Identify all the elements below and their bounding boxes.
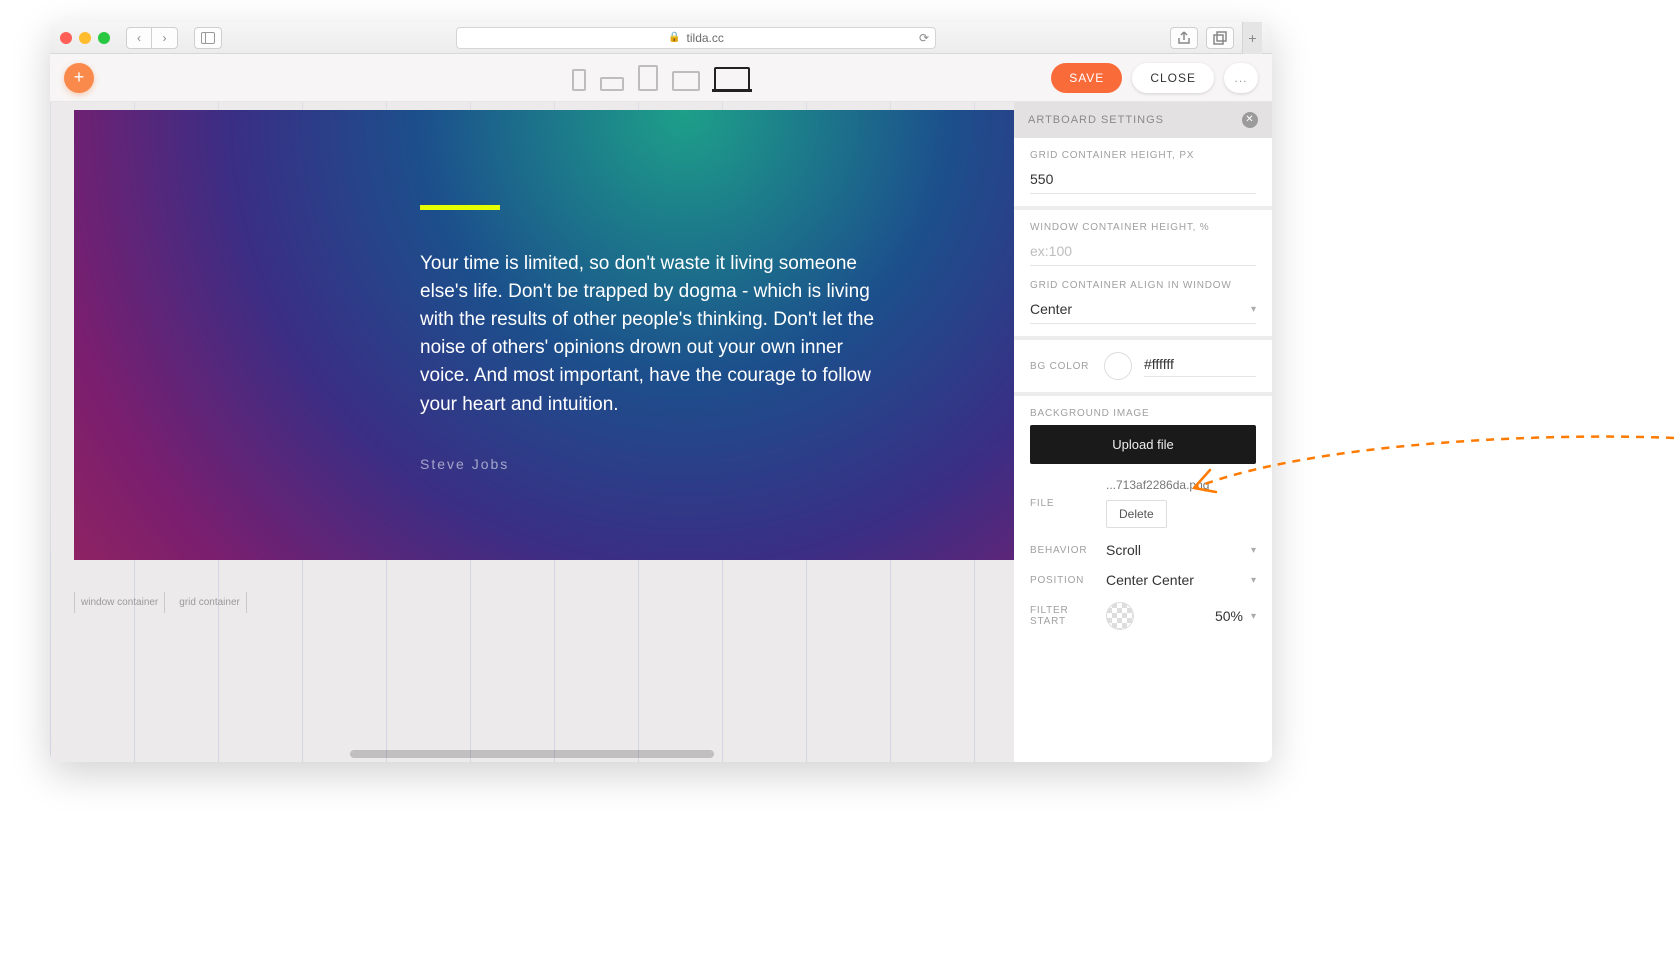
add-block-button[interactable]: +: [64, 63, 94, 93]
device-phone-landscape-icon[interactable]: [600, 77, 624, 91]
device-phone-icon[interactable]: [572, 69, 586, 91]
close-button[interactable]: CLOSE: [1132, 63, 1214, 93]
chevron-down-icon: ▾: [1251, 545, 1256, 556]
workspace: Your time is limited, so don't waste it …: [50, 102, 1272, 762]
quote-accent-bar: [420, 205, 500, 210]
bgcolor-swatch[interactable]: [1104, 352, 1132, 380]
position-label: POSITION: [1030, 575, 1098, 586]
reload-icon[interactable]: ⟳: [919, 31, 929, 45]
browser-titlebar: ‹ › 🔒 tilda.cc ⟳ +: [50, 22, 1272, 54]
new-tab-button[interactable]: +: [1242, 22, 1262, 54]
align-value: Center: [1030, 301, 1072, 317]
behavior-value: Scroll: [1106, 542, 1141, 558]
bgcolor-input[interactable]: #ffffff: [1144, 356, 1256, 377]
delete-file-button[interactable]: Delete: [1106, 500, 1167, 528]
section-bgimage: BACKGROUND IMAGE Upload file FILE ...713…: [1014, 396, 1272, 642]
tabs-button[interactable]: [1206, 27, 1234, 49]
quote-text[interactable]: Your time is limited, so don't waste it …: [420, 250, 890, 419]
file-name: ...713af2286da.png: [1106, 478, 1256, 492]
section-bgcolor: BG COLOR #ffffff: [1014, 340, 1272, 396]
window-height-input[interactable]: [1030, 239, 1256, 266]
browser-window: ‹ › 🔒 tilda.cc ⟳ + +: [50, 22, 1272, 762]
titlebar-right: [1170, 27, 1234, 49]
file-label: FILE: [1030, 498, 1098, 509]
container-rulers: window container grid container: [74, 592, 247, 613]
filter-start-label: FILTER START: [1030, 605, 1098, 627]
align-label: GRID CONTAINER ALIGN IN WINDOW: [1030, 280, 1256, 291]
back-button[interactable]: ‹: [126, 27, 152, 49]
grid-container-label: grid container: [173, 592, 247, 613]
grid-height-input[interactable]: [1030, 167, 1256, 194]
device-desktop-icon[interactable]: [714, 67, 750, 91]
behavior-label: BEHAVIOR: [1030, 545, 1098, 556]
artboard[interactable]: Your time is limited, so don't waste it …: [74, 110, 1014, 560]
settings-panel: ARTBOARD SETTINGS ✕ GRID CONTAINER HEIGH…: [1014, 102, 1272, 762]
device-tablet-landscape-icon[interactable]: [672, 71, 700, 91]
behavior-select[interactable]: Scroll ▾: [1106, 542, 1256, 558]
address-bar-wrap: 🔒 tilda.cc ⟳: [230, 27, 1162, 49]
lock-icon: 🔒: [668, 32, 680, 43]
panel-title: ARTBOARD SETTINGS: [1028, 114, 1164, 126]
sidebar-toggle-button[interactable]: [194, 27, 222, 49]
address-bar[interactable]: 🔒 tilda.cc ⟳: [456, 27, 936, 49]
horizontal-scrollbar[interactable]: [350, 750, 714, 758]
bgimage-label: BACKGROUND IMAGE: [1030, 408, 1256, 419]
window-zoom-button[interactable]: [98, 32, 110, 44]
chevron-down-icon: ▾: [1251, 575, 1256, 586]
device-tablet-icon[interactable]: [638, 65, 658, 91]
device-preview-switcher: [572, 65, 750, 91]
forward-button[interactable]: ›: [152, 27, 178, 49]
window-close-button[interactable]: [60, 32, 72, 44]
canvas-area[interactable]: Your time is limited, so don't waste it …: [50, 102, 1014, 762]
align-select[interactable]: Center ▾: [1030, 297, 1256, 324]
position-select[interactable]: Center Center ▾: [1106, 572, 1256, 588]
filter-start-select[interactable]: 50% ▾: [1106, 602, 1256, 630]
chevron-down-icon: ▾: [1251, 611, 1256, 622]
upload-file-button[interactable]: Upload file: [1030, 425, 1256, 464]
window-minimize-button[interactable]: [79, 32, 91, 44]
address-url: tilda.cc: [687, 31, 724, 45]
app-toolbar-right: SAVE CLOSE ...: [1051, 63, 1258, 93]
share-button[interactable]: [1170, 27, 1198, 49]
nav-buttons: ‹ ›: [126, 27, 178, 49]
save-button[interactable]: SAVE: [1051, 63, 1122, 93]
section-window-and-align: WINDOW CONTAINER HEIGHT, % GRID CONTAINE…: [1014, 210, 1272, 340]
quote-attribution[interactable]: Steve Jobs: [420, 456, 509, 472]
filter-start-value: 50%: [1215, 608, 1243, 624]
section-grid-height: GRID CONTAINER HEIGHT, PX: [1014, 138, 1272, 210]
app-toolbar: + SAVE CLOSE ...: [50, 54, 1272, 102]
window-controls: [60, 32, 110, 44]
window-container-label: window container: [74, 592, 165, 613]
window-height-label: WINDOW CONTAINER HEIGHT, %: [1030, 222, 1256, 233]
position-value: Center Center: [1106, 572, 1194, 588]
panel-header: ARTBOARD SETTINGS ✕: [1014, 102, 1272, 138]
filter-start-swatch[interactable]: [1106, 602, 1134, 630]
more-button[interactable]: ...: [1224, 63, 1258, 93]
grid-height-label: GRID CONTAINER HEIGHT, PX: [1030, 150, 1256, 161]
chevron-down-icon: ▾: [1251, 304, 1256, 315]
panel-close-icon[interactable]: ✕: [1242, 112, 1258, 128]
bgcolor-label: BG COLOR: [1030, 361, 1092, 372]
